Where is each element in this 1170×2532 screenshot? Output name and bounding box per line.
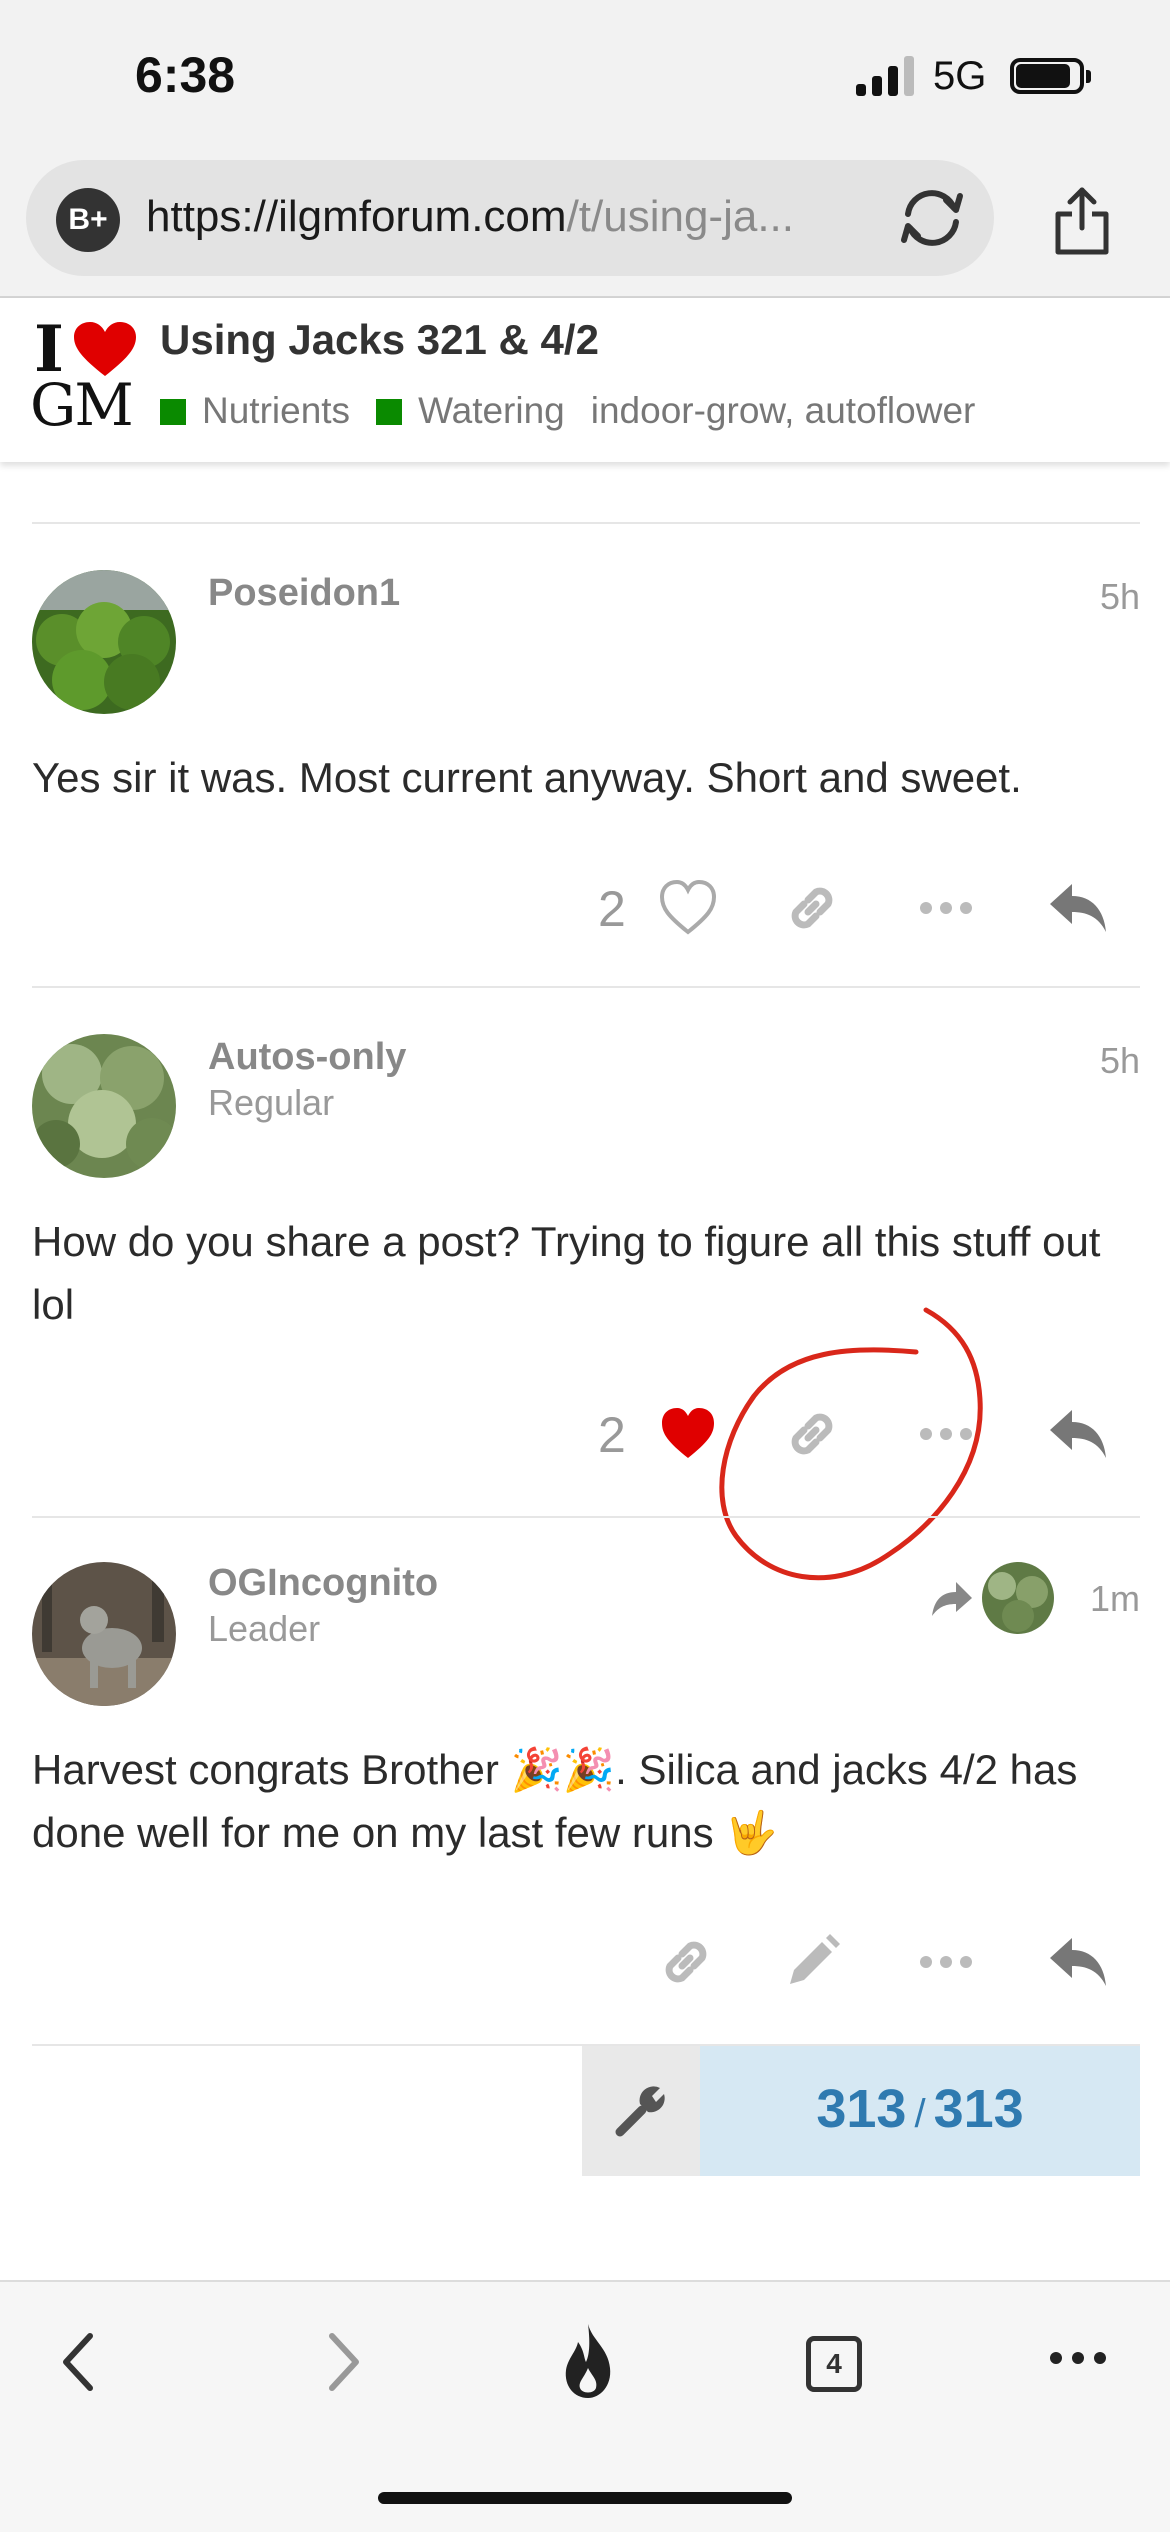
post-time[interactable]: 1m <box>1040 1578 1140 1620</box>
forum-logo[interactable]: I GM <box>30 318 140 436</box>
post-time[interactable]: 5h <box>1040 576 1140 618</box>
link-icon[interactable] <box>780 876 844 940</box>
flame-icon[interactable] <box>556 2320 620 2400</box>
url-text[interactable]: https://ilgmforum.com/t/using-ja... <box>146 192 876 242</box>
link-icon[interactable] <box>654 1930 718 1994</box>
category-watering[interactable]: Watering <box>376 390 565 431</box>
post-divider <box>32 1516 1140 1518</box>
post-body: Harvest congrats Brother 🎉🎉. Silica and … <box>32 1746 1078 1856</box>
logo-letters-gm: GM <box>30 371 134 439</box>
topic-tags: Nutrients Watering indoor-grow, autoflower <box>160 390 975 432</box>
reply-icon[interactable] <box>1046 1930 1110 1994</box>
heart-icon <box>74 322 136 376</box>
topic-title[interactable]: Using Jacks 321 & 4/2 <box>160 316 599 364</box>
back-icon[interactable] <box>56 2330 104 2394</box>
more-icon[interactable] <box>914 1930 978 1994</box>
tag-list[interactable]: indoor-grow, autoflower <box>591 390 976 431</box>
post-username[interactable]: Poseidon1 <box>208 572 400 615</box>
post-divider <box>32 986 1140 988</box>
user-title: Leader <box>208 1608 321 1649</box>
url-path: /t/using-ja... <box>566 192 794 241</box>
avatar[interactable] <box>32 1562 176 1706</box>
reply-icon[interactable] <box>1046 876 1110 940</box>
heart-outline-icon[interactable] <box>656 876 720 940</box>
signal-icon <box>856 56 922 96</box>
network-label: 5G <box>933 54 987 98</box>
status-time: 6:38 <box>135 47 236 103</box>
reply-to-arrow-icon[interactable] <box>930 1576 974 1620</box>
annotation-circle <box>719 1307 983 1581</box>
url-host: https://ilgmforum.com <box>146 192 567 241</box>
avatar[interactable] <box>32 570 176 714</box>
post-body: Yes sir it was. Most current anyway. Sho… <box>32 754 1022 801</box>
progress-counter[interactable]: 313/313 <box>700 2078 1140 2140</box>
more-menu-icon[interactable] <box>1046 2346 1110 2370</box>
tabs-icon[interactable]: 4 <box>806 2336 862 2392</box>
post-username[interactable]: Autos-only <box>208 1036 406 1079</box>
user-title: Regular <box>208 1082 335 1123</box>
post-username[interactable]: OGIncognito <box>208 1562 438 1605</box>
forward-icon[interactable] <box>318 2330 366 2394</box>
reply-icon[interactable] <box>1046 1402 1110 1466</box>
more-icon[interactable] <box>914 876 978 940</box>
like-count[interactable]: 2 <box>598 1406 626 1464</box>
reload-icon[interactable] <box>896 186 968 250</box>
avatar[interactable] <box>32 1034 176 1178</box>
home-indicator <box>378 2492 792 2504</box>
post-divider <box>32 522 1140 524</box>
like-count[interactable]: 2 <box>598 880 626 938</box>
share-icon[interactable] <box>1052 184 1112 256</box>
wrench-icon[interactable] <box>612 2082 670 2140</box>
category-nutrients[interactable]: Nutrients <box>160 390 350 431</box>
edit-icon[interactable] <box>780 1930 844 1994</box>
post-time[interactable]: 5h <box>1040 1040 1140 1082</box>
site-badge[interactable]: B+ <box>56 188 120 252</box>
